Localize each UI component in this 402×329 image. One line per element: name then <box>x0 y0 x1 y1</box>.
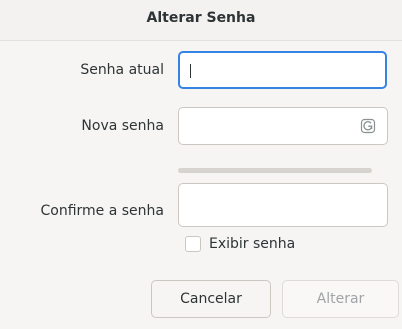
current-password-label: Senha atual <box>80 62 164 78</box>
current-password-input[interactable] <box>178 51 387 89</box>
password-strength-bar <box>178 168 372 173</box>
change-button[interactable]: Alterar <box>282 280 399 318</box>
dialog-titlebar: Alterar Senha <box>0 0 402 41</box>
new-password-label: Nova senha <box>81 118 164 134</box>
cancel-button[interactable]: Cancelar <box>151 280 271 318</box>
text-caret <box>190 64 191 78</box>
confirm-password-label: Confirme a senha <box>40 203 164 219</box>
dialog-title: Alterar Senha <box>146 10 256 26</box>
new-password-input[interactable] <box>178 107 388 145</box>
show-password-label[interactable]: Exibir senha <box>209 236 295 252</box>
show-password-checkbox[interactable] <box>185 236 201 252</box>
password-generate-icon[interactable] <box>360 118 376 134</box>
confirm-password-input[interactable] <box>178 183 388 227</box>
